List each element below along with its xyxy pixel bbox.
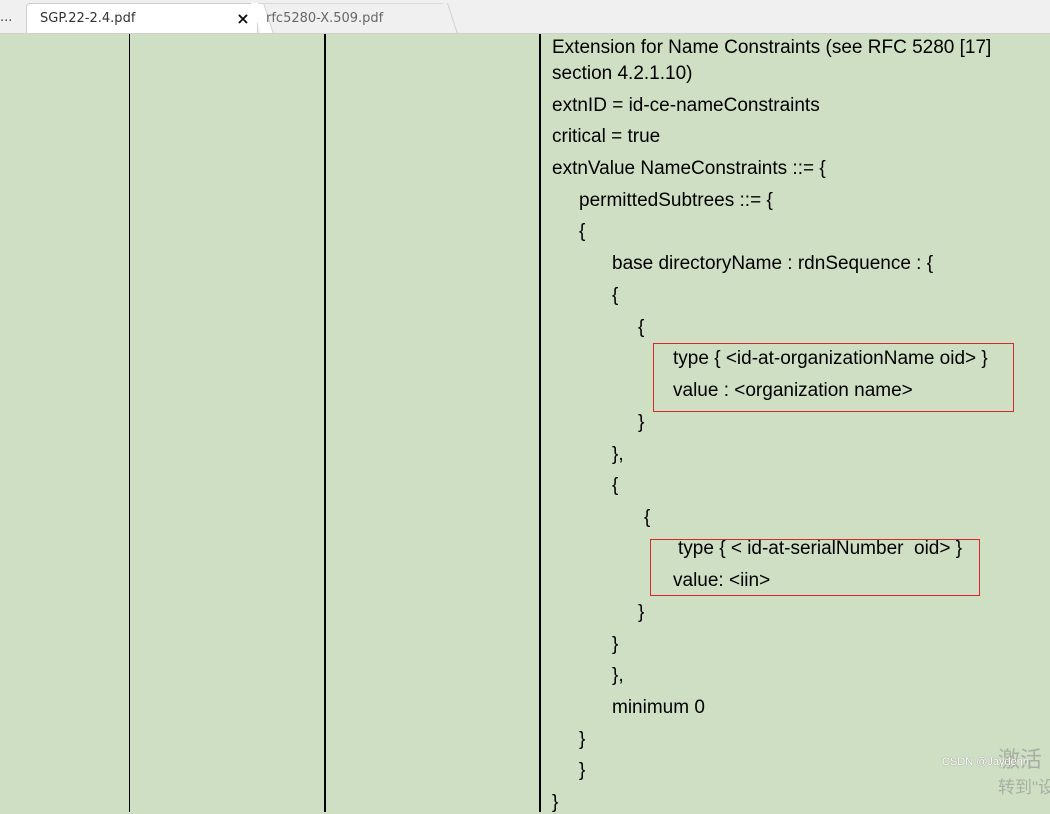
document-line: }: [579, 760, 586, 781]
document-line: extnID = id-ce-nameConstraints: [552, 95, 820, 116]
document-line: }: [612, 634, 619, 655]
document-line: Extension for Name Constraints (see RFC …: [552, 37, 992, 58]
activation-watermark: 转到"设: [998, 778, 1050, 797]
tab-rfc5280-label: rfc5280-X.509.pdf: [266, 11, 384, 26]
document-line: critical = true: [552, 126, 661, 147]
document-line: minimum 0: [612, 697, 705, 718]
tab-bar: ... SGP.22-2.4.pdf × rfc5280-X.509.pdf: [0, 0, 1050, 34]
table-column-divider: [129, 34, 130, 812]
document-line: }: [638, 602, 645, 623]
table-column-divider: [539, 34, 541, 812]
document-line: {: [638, 317, 645, 338]
document-line: section 4.2.1.10): [552, 63, 693, 84]
document-line: extnValue NameConstraints ::= {: [552, 158, 826, 179]
document-line: base directoryName : rdnSequence : {: [612, 253, 934, 274]
document-line: {: [612, 475, 619, 496]
tab-sgp22[interactable]: SGP.22-2.4.pdf ×: [26, 3, 258, 33]
document-line: permittedSubtrees ::= {: [579, 190, 773, 211]
document-line: }: [552, 792, 559, 813]
tab-overflow[interactable]: ...: [0, 3, 24, 33]
document-view[interactable]: Extension for Name Constraints (see RFC …: [0, 34, 1050, 814]
document-line: {: [579, 221, 586, 242]
document-line: {: [644, 507, 651, 528]
close-icon[interactable]: ×: [235, 4, 251, 33]
document-line: }: [579, 729, 586, 750]
table-column-divider: [324, 34, 326, 812]
credit-watermark: CSDN @Jaydenn: [942, 756, 1029, 768]
tab-overflow-label: ...: [0, 10, 13, 25]
document-line: {: [612, 285, 619, 306]
document-line: }: [638, 412, 645, 433]
document-line: },: [612, 665, 624, 686]
tab-sgp22-label: SGP.22-2.4.pdf: [40, 11, 136, 26]
highlight-box: [653, 343, 1014, 412]
document-line: },: [612, 444, 624, 465]
highlight-box: [650, 539, 980, 596]
tab-rfc5280[interactable]: rfc5280-X.509.pdf: [258, 3, 442, 33]
